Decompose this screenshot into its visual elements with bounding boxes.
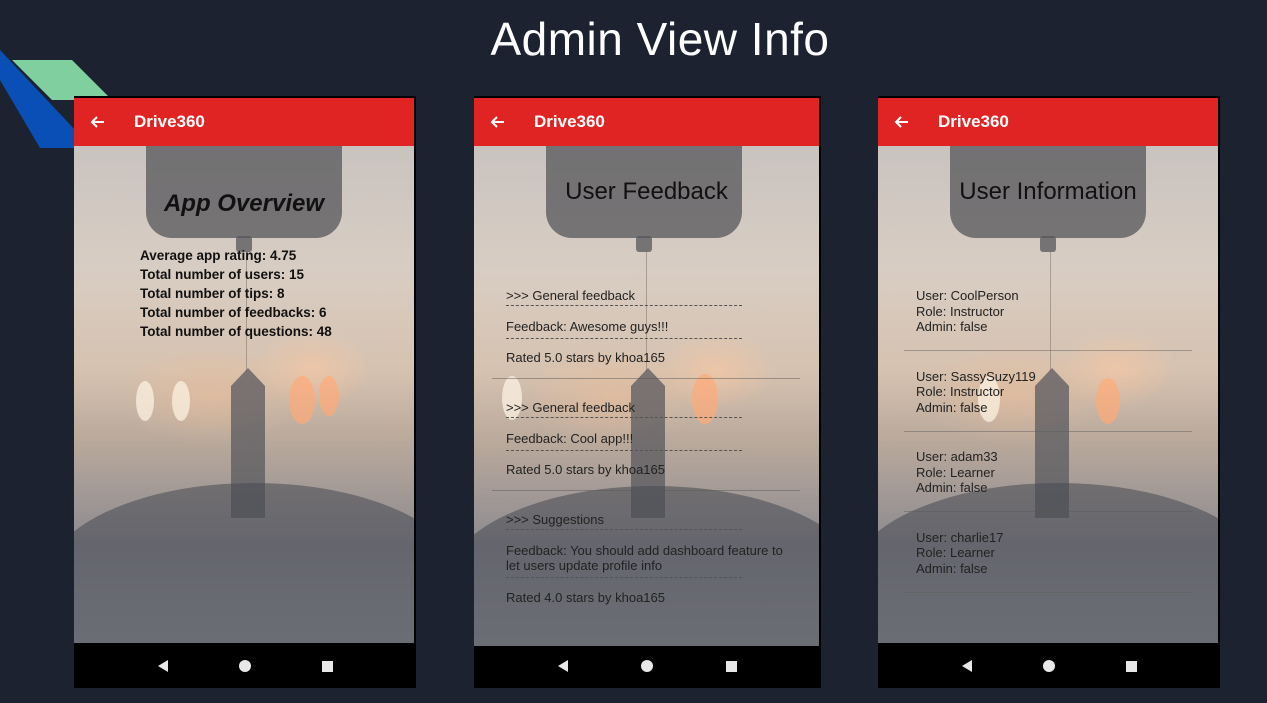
nav-recent-icon[interactable] — [321, 660, 333, 672]
nav-recent-icon[interactable] — [1125, 660, 1137, 672]
feedback-list: >>> General feedback Feedback: Awesome g… — [492, 288, 800, 624]
user-role: Role: Instructor — [916, 384, 1005, 399]
user-list: User: CoolPerson Role: Instructor Admin:… — [904, 288, 1196, 611]
app-title: Drive360 — [134, 112, 205, 131]
list-item: User: adam33 Role: Learner Admin: false — [904, 449, 1196, 530]
user-admin: Admin: false — [916, 399, 988, 415]
list-item: User: CoolPerson Role: Instructor Admin:… — [904, 288, 1196, 369]
list-item: User: charlie17 Role: Learner Admin: fal… — [904, 529, 1196, 611]
nav-home-icon[interactable] — [640, 660, 653, 672]
overview-stats: Average app rating: 4.75 Total number of… — [140, 246, 332, 341]
arrow-left-icon — [894, 116, 908, 128]
overview-heading: App Overview — [163, 190, 325, 217]
feedback-text: Feedback: You should add dashboard featu… — [506, 543, 783, 573]
user-role: Role: Instructor — [916, 303, 1005, 319]
stat-total-feedbacks: Total number of feedbacks: 6 — [140, 305, 327, 320]
feedback-rating: Rated 4.0 stars by khoa165 — [506, 590, 665, 605]
screen-background: User Feedback >>> General feedback Feedb… — [474, 146, 819, 646]
user-admin: Admin: false — [916, 480, 988, 495]
arrow-left-icon — [490, 116, 504, 128]
user-name: User: adam33 — [916, 449, 998, 464]
android-navbar — [74, 644, 416, 688]
android-navbar — [878, 644, 1220, 688]
android-navbar — [474, 644, 821, 688]
screen-background: User Information User: CoolPerson Role: … — [878, 146, 1218, 643]
stat-average-rating: Average app rating: 4.75 — [140, 248, 297, 263]
nav-home-icon[interactable] — [238, 660, 251, 672]
app-title: Drive360 — [534, 112, 605, 131]
user-name: User: CoolPerson — [916, 288, 1019, 303]
slide-title: Admin View Info — [490, 13, 830, 65]
list-item: User: SassySuzy119 Role: Instructor Admi… — [904, 368, 1196, 450]
app-bar: Drive360 — [74, 98, 414, 146]
user-info-heading: User Information — [959, 178, 1137, 205]
list-item: >>> Suggestions Feedback: You should add… — [506, 512, 783, 624]
feedback-rating: Rated 5.0 stars by khoa165 — [506, 462, 665, 477]
list-item: >>> General feedback Feedback: Awesome g… — [492, 288, 800, 400]
user-admin: Admin: false — [916, 560, 988, 576]
app-bar: Drive360 — [878, 98, 1218, 146]
back-button[interactable] — [878, 114, 924, 130]
arrow-left-icon — [90, 116, 104, 128]
list-item: >>> General feedback Feedback: Cool app!… — [492, 400, 800, 512]
user-role: Role: Learner — [916, 464, 995, 480]
stat-total-questions: Total number of questions: 48 — [140, 324, 332, 339]
nav-back-icon[interactable] — [558, 660, 569, 672]
app-title: Drive360 — [938, 112, 1009, 131]
nav-back-icon[interactable] — [961, 660, 972, 672]
back-button[interactable] — [74, 114, 120, 130]
user-name: User: charlie17 — [916, 529, 1004, 545]
phone-user-information: Drive360 User Information User: CoolPers… — [878, 96, 1220, 688]
feedback-rating: Rated 5.0 stars by khoa165 — [506, 350, 665, 365]
nav-home-icon[interactable] — [1042, 660, 1055, 672]
back-button[interactable] — [474, 114, 520, 130]
feedback-type: >>> General feedback — [506, 288, 636, 303]
nav-recent-icon[interactable] — [725, 660, 737, 672]
nav-back-icon[interactable] — [157, 660, 168, 672]
feedback-text: Feedback: Awesome guys!!! — [506, 319, 669, 334]
user-admin: Admin: false — [916, 319, 988, 334]
user-role: Role: Learner — [916, 545, 995, 560]
phone-user-feedback: Drive360 User Feedback >>> General feedb… — [474, 96, 821, 688]
screen-background: App Overview Average app rating: 4.75 To… — [74, 146, 414, 643]
stat-total-users: Total number of users: 15 — [140, 267, 305, 282]
app-bar: Drive360 — [474, 98, 819, 146]
phone-app-overview: Drive360 App Overview Average app rating… — [74, 96, 416, 688]
feedback-type: >>> General feedback — [506, 400, 636, 415]
feedback-text: Feedback: Cool app!!! — [506, 431, 634, 446]
feedback-heading: User Feedback — [565, 178, 728, 205]
feedback-type: >>> Suggestions — [506, 512, 604, 527]
user-name: User: SassySuzy119 — [916, 368, 1036, 384]
stat-total-tips: Total number of tips: 8 — [140, 286, 285, 301]
